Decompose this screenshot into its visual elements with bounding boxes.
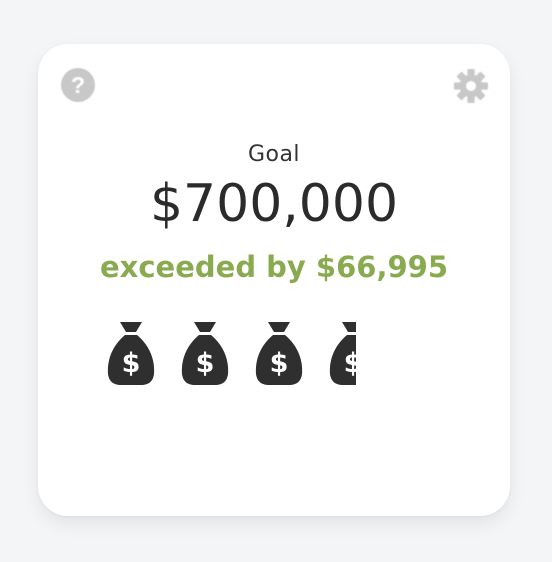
svg-text:$: $ — [270, 348, 289, 379]
gear-icon — [454, 69, 488, 103]
money-bag-icon: $ — [329, 322, 356, 385]
goal-widget-card: ? Goal $700,000 exceeded by $66,995 $ $ … — [38, 44, 510, 516]
money-bag-icon: $ — [255, 322, 303, 385]
goal-label: Goal — [247, 142, 301, 167]
help-button[interactable]: ? — [61, 68, 95, 102]
question-circle-icon: ? — [70, 72, 86, 98]
svg-text:$: $ — [196, 348, 215, 379]
svg-text:$: $ — [344, 348, 356, 379]
settings-button[interactable] — [453, 68, 489, 104]
money-bag-row: $ $ $ $ — [106, 320, 356, 386]
goal-status-text: exceeded by $66,995 — [99, 250, 449, 284]
svg-text:$: $ — [122, 348, 141, 379]
money-bag-icon: $ — [181, 322, 229, 385]
money-bag-icon: $ — [107, 322, 155, 385]
goal-amount: $700,000 — [149, 174, 399, 234]
